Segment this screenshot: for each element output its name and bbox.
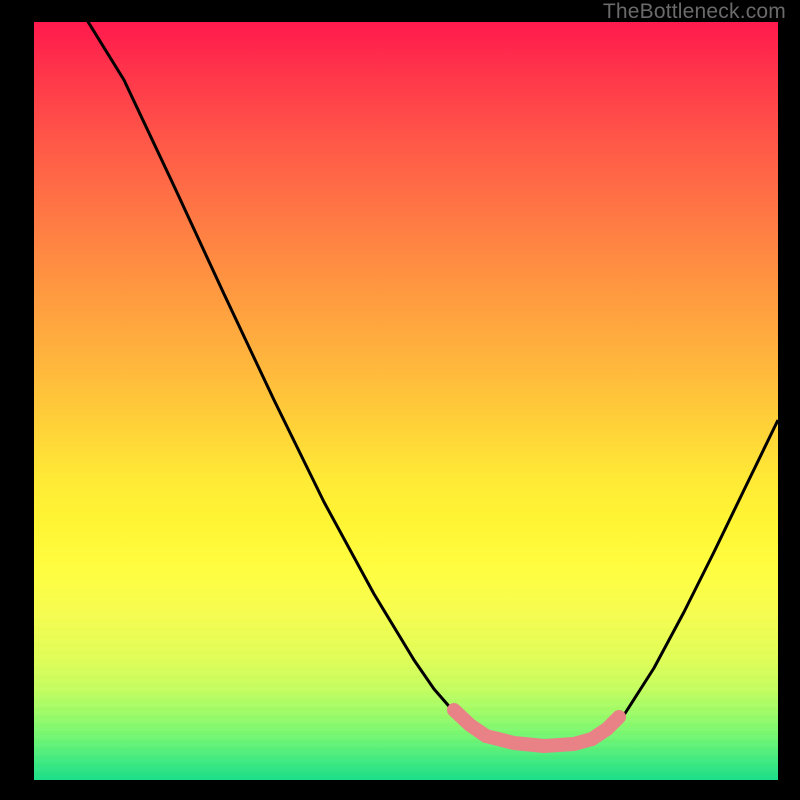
watermark-text: TheBottleneck.com [603, 0, 786, 24]
plot-area [34, 22, 778, 780]
curve-layer [34, 22, 778, 780]
outer-frame: TheBottleneck.com [0, 0, 800, 800]
series-highlight-right [592, 717, 619, 739]
series-highlight-bottom [486, 736, 592, 746]
series-left-curve [82, 22, 470, 727]
series-right-curve [599, 420, 778, 736]
